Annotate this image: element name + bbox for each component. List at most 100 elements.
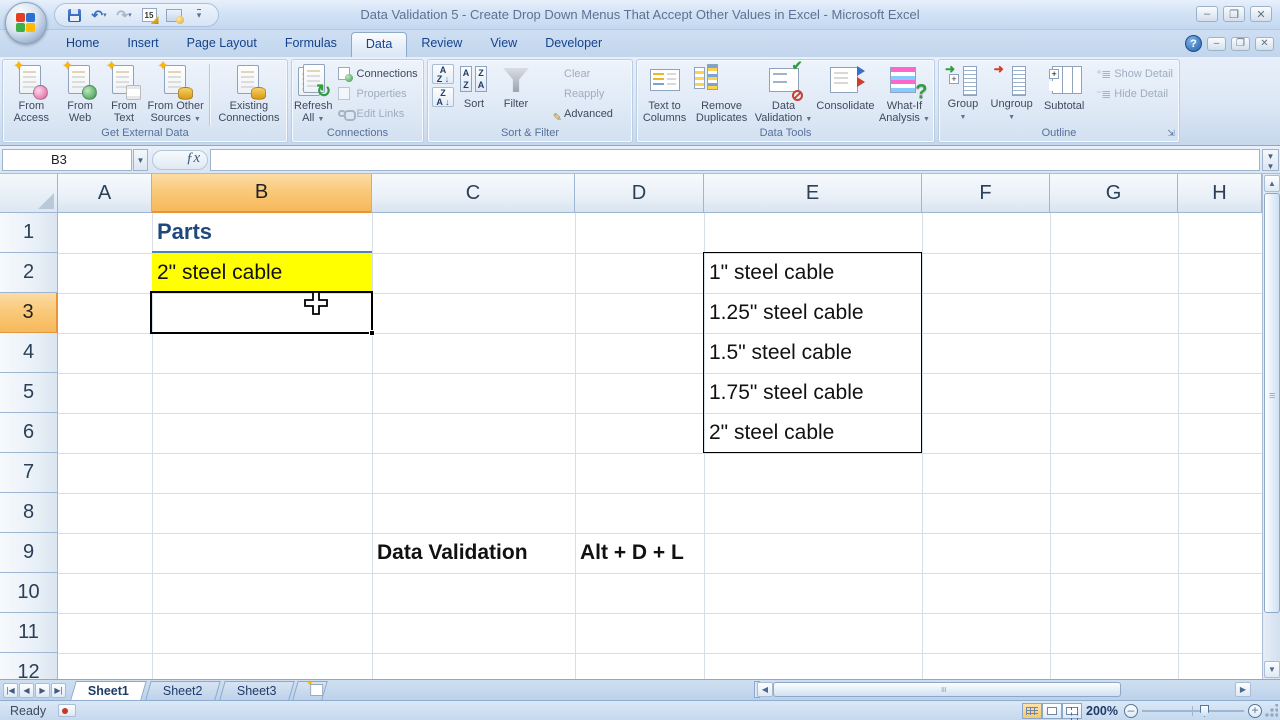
formula-input[interactable] [210,149,1260,171]
existing-connections-button[interactable]: Existing Connections [213,62,285,128]
horizontal-scroll-thumb[interactable] [773,682,1121,697]
row-header-6[interactable]: 6 [0,413,58,453]
column-header-C[interactable]: C [372,174,575,213]
scroll-up-icon[interactable]: ▲ [1264,175,1280,192]
workbook-close-icon[interactable]: ✕ [1255,36,1274,51]
from-access-button[interactable]: ✦ From Access [5,58,58,128]
redo-icon[interactable]: ↷ ▾ [113,5,135,25]
column-header-B[interactable]: B [152,174,372,213]
worksheet-grid[interactable]: ABCDEFGH 1 2 3 4 5 6 7 8 9 10 11 12 Parts 2" steel c… [0,174,1262,679]
zoom-slider-track[interactable] [1142,710,1244,712]
row-header-7[interactable]: 7 [0,453,58,493]
help-icon[interactable]: ? [1185,35,1202,52]
workbook-minimize-icon[interactable]: – [1207,36,1226,51]
select-all-corner[interactable] [0,174,58,213]
reapply-button[interactable]: Reapply [540,84,617,104]
from-text-button[interactable]: ✦ From Text [103,58,146,128]
last-sheet-icon[interactable]: ▶| [51,682,66,698]
text-to-columns-button[interactable]: Text to Columns [639,62,690,128]
row-header-8[interactable]: 8 [0,493,58,533]
fill-handle[interactable] [369,330,375,336]
sort-button[interactable]: AZZA Sort [454,62,494,128]
data-validation-button[interactable]: ✔ Data Validation ▼ [753,58,814,128]
cell-C9[interactable]: Data Validation [372,533,575,573]
insert-worksheet-tab[interactable] [292,681,328,700]
normal-view-button[interactable] [1022,703,1042,719]
next-sheet-icon[interactable]: ▶ [35,682,50,698]
tab-formulas[interactable]: Formulas [271,32,351,57]
horizontal-scrollbar[interactable]: ◀ ▶ [757,680,1262,699]
undo-icon[interactable]: ↶ ▾ [88,5,110,25]
tab-page-layout[interactable]: Page Layout [173,32,271,57]
name-box[interactable]: B3 [2,149,132,171]
edit-links-button[interactable]: Edit Links [333,104,422,124]
ungroup-button[interactable]: ➜ Ungroup ▼ [985,62,1038,128]
row-header-1[interactable]: 1 [0,213,58,253]
row-header-11[interactable]: 11 [0,613,58,653]
row-header-2[interactable]: 2 [0,253,58,293]
column-header-E[interactable]: E [704,174,922,213]
row-header-5[interactable]: 5 [0,373,58,413]
sheet-tab-sheet1[interactable]: Sheet1 [70,681,147,700]
row-header-12[interactable]: 12 [0,653,58,679]
column-header-G[interactable]: G [1050,174,1178,213]
column-header-H[interactable]: H [1178,174,1262,213]
what-if-analysis-button[interactable]: ? What-If Analysis ▼ [877,62,932,128]
sort-descending-button[interactable]: ZA ↓ [432,87,454,107]
customize-qat-icon[interactable]: ▾ [188,5,210,25]
scroll-down-icon[interactable]: ▼ [1264,661,1280,678]
column-header-D[interactable]: D [575,174,704,213]
row-header-10[interactable]: 10 [0,573,58,613]
prev-sheet-icon[interactable]: ◀ [19,682,34,698]
tab-home[interactable]: Home [52,32,113,57]
minimize-icon[interactable]: – [1196,6,1218,22]
from-web-button[interactable]: ✦ From Web [58,58,103,128]
zoom-level-label[interactable]: 200% [1086,704,1118,718]
tab-developer[interactable]: Developer [531,32,616,57]
zoom-out-icon[interactable]: – [1124,704,1138,718]
cell-B1[interactable]: Parts [152,213,372,253]
table-style-icon[interactable] [163,5,185,25]
first-sheet-icon[interactable]: |◀ [3,682,18,698]
save-icon[interactable] [63,5,85,25]
zoom-in-icon[interactable]: + [1248,704,1262,718]
tab-view[interactable]: View [476,32,531,57]
scroll-left-icon[interactable]: ◀ [757,682,773,697]
outline-dialog-launcher-icon[interactable]: ⇲ [1165,128,1177,140]
restore-icon[interactable]: ❐ [1223,6,1245,22]
tab-insert[interactable]: Insert [113,32,172,57]
show-detail-button[interactable]: ⁺≣ Show Detail [1092,64,1177,84]
name-box-caret-icon[interactable]: ▼ [133,149,148,171]
vertical-scroll-thumb[interactable] [1264,193,1280,613]
sheet-tab-sheet3[interactable]: Sheet3 [218,681,294,700]
clear-filter-button[interactable]: Clear [540,64,617,84]
column-header-F[interactable]: F [922,174,1050,213]
refresh-all-button[interactable]: ↻ Refresh All ▼ [294,62,333,128]
remove-duplicates-button[interactable]: Remove Duplicates [690,62,753,128]
expand-formula-bar-icon[interactable]: ▼ ▼ [1262,149,1279,171]
hide-detail-button[interactable]: ⁻≣ Hide Detail [1092,84,1177,104]
subtotal-button[interactable]: + Subtotal [1038,62,1090,128]
page-layout-view-button[interactable] [1042,703,1062,719]
workbook-restore-icon[interactable]: ❐ [1231,36,1250,51]
connections-button[interactable]: Connections [333,64,422,84]
advanced-filter-button[interactable]: ✎ Advanced [540,104,617,124]
sort-ascending-button[interactable]: AZ ↓ [432,64,454,84]
vertical-scrollbar[interactable]: ▲ ▼ [1262,174,1280,679]
tab-data[interactable]: Data [350,32,408,57]
autoformat-icon[interactable]: 15 [138,5,160,25]
scroll-right-icon[interactable]: ▶ [1235,682,1251,697]
properties-button[interactable]: Properties [333,84,422,104]
page-break-preview-button[interactable] [1062,703,1082,720]
column-header-A[interactable]: A [58,174,152,213]
consolidate-button[interactable]: Consolidate [814,62,877,128]
office-button[interactable] [5,2,47,44]
row-header-3[interactable]: 3 [0,293,58,333]
tab-review[interactable]: Review [407,32,476,57]
cell-B2[interactable]: 2" steel cable [152,253,372,293]
zoom-slider-handle[interactable] [1200,705,1209,717]
row-header-9[interactable]: 9 [0,533,58,573]
sheet-tab-sheet2[interactable]: Sheet2 [145,681,221,700]
filter-button[interactable]: Filter [494,62,538,128]
insert-function-icon[interactable]: ƒx [186,150,200,167]
